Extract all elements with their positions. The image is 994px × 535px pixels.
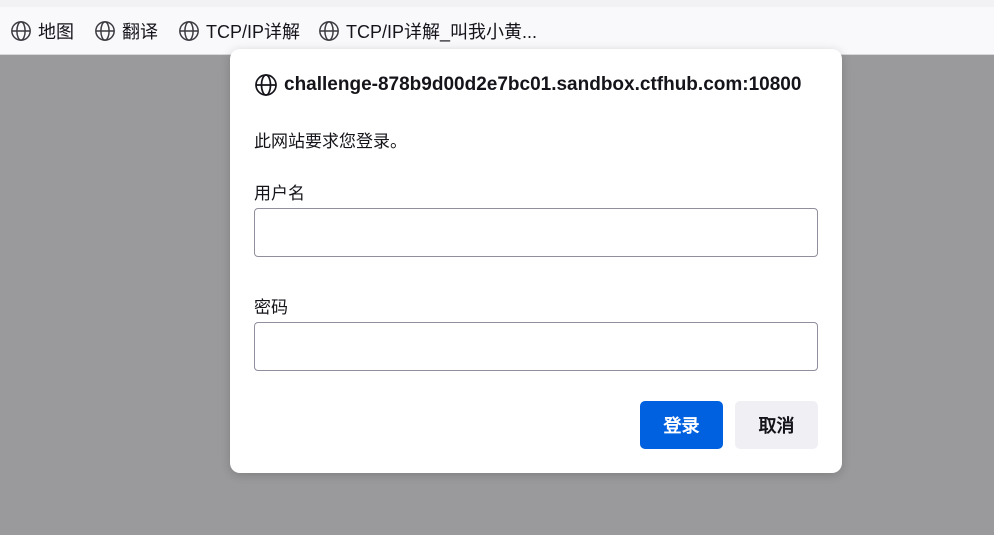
password-input[interactable]: [254, 322, 818, 371]
globe-icon: [95, 21, 115, 41]
dialog-host: challenge-878b9d00d2e7bc01.sandbox.ctfhu…: [254, 73, 801, 97]
bookmark-label: TCP/IP详解: [206, 22, 301, 42]
bookmark-label: TCP/IP详解_叫我小黄...: [346, 22, 538, 42]
globe-icon: [11, 21, 31, 41]
globe-icon: [255, 74, 277, 96]
bookmark-label: 翻译: [122, 22, 158, 42]
bookmark-tcpip-xiaohuang[interactable]: TCP/IP详解_叫我小黄...: [318, 18, 537, 44]
bookmark-label: 地图: [38, 22, 74, 42]
login-button[interactable]: 登录: [640, 401, 723, 449]
dialog-host-text: challenge-878b9d00d2e7bc01.sandbox.ctfhu…: [284, 74, 802, 95]
bookmarks-toolbar: 地图 翻译 TCP/IP详解 TCP/IP详解_叫我小黄...: [0, 7, 994, 55]
cancel-button[interactable]: 取消: [735, 401, 818, 449]
bookmark-map[interactable]: 地图: [10, 18, 74, 44]
username-input[interactable]: [254, 208, 818, 257]
globe-icon: [319, 21, 339, 41]
globe-icon: [179, 21, 199, 41]
dialog-message: 此网站要求您登录。: [254, 132, 407, 151]
bookmark-tcpip[interactable]: TCP/IP详解: [178, 18, 300, 44]
auth-dialog: challenge-878b9d00d2e7bc01.sandbox.ctfhu…: [230, 49, 842, 473]
password-label: 密码: [254, 298, 288, 317]
username-label: 用户名: [254, 184, 305, 203]
browser-top-strip: [0, 0, 994, 7]
bookmark-translate[interactable]: 翻译: [94, 18, 158, 44]
